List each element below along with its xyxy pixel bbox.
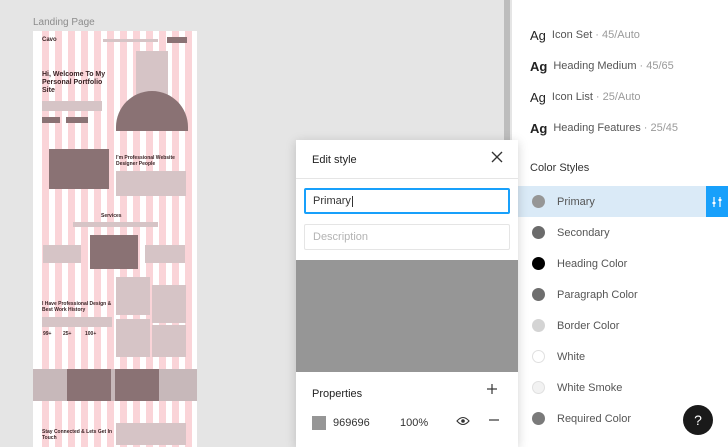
- color-swatch: [532, 257, 545, 270]
- mock-gallery-image: [152, 285, 186, 323]
- text-style-item[interactable]: Ag Icon Set · 45/Auto: [530, 25, 640, 45]
- color-swatch: [532, 381, 545, 394]
- remove-fill-icon[interactable]: [488, 413, 500, 429]
- text-style-name: Heading Features: [553, 122, 641, 134]
- mock-services-text: [73, 222, 158, 227]
- text-style-item[interactable]: Ag Heading Features · 25/45: [530, 118, 678, 138]
- text-style-item[interactable]: Ag Icon List · 25/Auto: [530, 87, 641, 107]
- mock-slide: [115, 369, 159, 401]
- color-style-name: Paragraph Color: [557, 288, 638, 301]
- color-style-white-smoke[interactable]: White Smoke: [512, 372, 728, 403]
- eye-icon[interactable]: [456, 414, 470, 429]
- fill-swatch[interactable]: [312, 416, 326, 430]
- color-style-name: Border Color: [557, 319, 620, 332]
- fill-opacity-value[interactable]: 100%: [400, 417, 428, 429]
- edit-style-icon[interactable]: [706, 186, 728, 217]
- help-button[interactable]: ?: [683, 405, 713, 435]
- styles-panel: Ag Icon Set · 45/Auto Ag Heading Medium …: [512, 0, 728, 447]
- mock-history-text: [42, 317, 112, 327]
- properties-title: Properties: [312, 388, 363, 400]
- color-style-paragraph[interactable]: Paragraph Color: [512, 279, 728, 310]
- mock-stat: 25+: [63, 331, 72, 337]
- mock-nav: [103, 39, 158, 42]
- text-style-ag: Ag: [530, 89, 546, 105]
- mock-about-text: [116, 171, 186, 196]
- mock-stat: 99+: [43, 331, 52, 337]
- frame-label[interactable]: Landing Page: [33, 17, 95, 28]
- text-style-size: · 45/65: [639, 60, 674, 72]
- color-styles-title: Color Styles: [530, 162, 590, 174]
- mock-contact-title: Stay Connected & Lets Get In Touch: [42, 429, 113, 441]
- mock-professional-title: I'm Professional Website Designer People: [116, 155, 175, 167]
- mock-hero-button: [66, 117, 88, 123]
- close-icon[interactable]: [490, 150, 504, 169]
- color-style-border[interactable]: Border Color: [512, 310, 728, 341]
- mock-logo: Cavo: [42, 37, 57, 43]
- text-style-name: Heading Medium: [553, 60, 637, 72]
- color-swatch: [532, 412, 545, 425]
- mock-hero-title: Hi, Welcome To My Personal Portfolio Sit…: [42, 71, 106, 94]
- mock-service-card: [43, 245, 81, 263]
- mock-gallery-image: [116, 319, 150, 357]
- color-swatch: [532, 288, 545, 301]
- style-name-value: Primary: [313, 195, 351, 207]
- text-style-size: · 25/Auto: [595, 91, 641, 103]
- text-style-ag: Ag: [530, 27, 546, 43]
- color-swatch: [532, 319, 545, 332]
- color-style-name: Primary: [557, 195, 595, 208]
- color-swatch: [532, 226, 545, 239]
- mock-video-image: [49, 149, 109, 189]
- text-style-name: Icon List: [551, 91, 593, 103]
- color-style-name: Heading Color: [557, 257, 628, 270]
- text-style-ag: Ag: [530, 58, 548, 74]
- edit-style-dialog: Edit style Primary Description Propertie…: [296, 140, 518, 447]
- mock-hero-text: [42, 101, 102, 111]
- dialog-title: Edit style: [312, 154, 357, 166]
- dialog-divider: [296, 178, 518, 179]
- text-style-item[interactable]: Ag Heading Medium · 45/65: [530, 56, 674, 76]
- color-style-name: Required Color: [557, 412, 631, 425]
- text-style-size: · 45/Auto: [595, 29, 640, 41]
- color-swatch: [532, 195, 545, 208]
- text-caret: [351, 195, 353, 207]
- color-style-name: White Smoke: [557, 381, 623, 394]
- color-style-name: White: [557, 350, 586, 363]
- mock-stat: 100+: [85, 331, 97, 337]
- color-style-heading[interactable]: Heading Color: [512, 248, 728, 279]
- add-property-icon[interactable]: [486, 382, 498, 400]
- mock-nav-button: [167, 37, 187, 43]
- mock-contact-form: [116, 423, 186, 445]
- mock-slide: [67, 369, 111, 401]
- mock-service-card: [90, 235, 138, 269]
- mock-gallery-image: [116, 277, 150, 315]
- description-input[interactable]: Description: [304, 224, 510, 250]
- color-style-name: Secondary: [557, 226, 610, 239]
- style-name-input[interactable]: Primary: [304, 188, 510, 214]
- mock-services-title: Services: [101, 213, 122, 219]
- text-style-ag: Ag: [530, 120, 548, 136]
- color-style-primary[interactable]: Primary: [512, 186, 728, 217]
- mock-history-title: I Have Professional Design & Best Work H…: [42, 301, 112, 313]
- mock-gallery-image: [152, 325, 186, 357]
- text-style-size: · 25/45: [643, 122, 679, 134]
- landing-page-frame[interactable]: Cavo Hi, Welcome To My Personal Portfoli…: [33, 31, 197, 447]
- sliders-icon: [712, 196, 722, 207]
- color-preview: [296, 260, 518, 372]
- fill-hex-value[interactable]: 969696: [333, 417, 370, 429]
- color-swatch: [532, 350, 545, 363]
- text-style-name: Icon Set: [551, 29, 593, 41]
- color-style-white[interactable]: White: [512, 341, 728, 372]
- color-style-secondary[interactable]: Secondary: [512, 217, 728, 248]
- mock-hero-button: [42, 117, 60, 123]
- mock-service-card: [145, 245, 185, 263]
